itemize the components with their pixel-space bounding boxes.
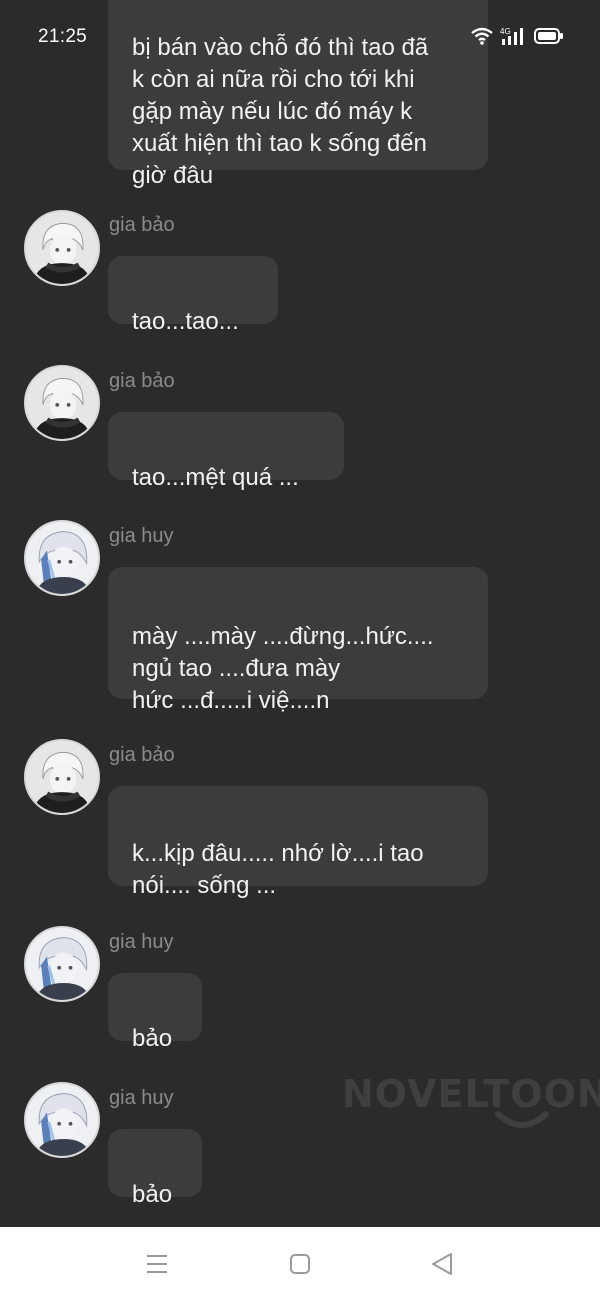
message-text: bị bán vào chỗ đó thì tao đã k còn ai nữ… [132, 34, 429, 189]
sender-name: gia bảo [109, 370, 175, 392]
avatar-gia-bao-image [26, 212, 98, 284]
wifi-icon [470, 26, 494, 46]
avatar-gia-huy-image [26, 522, 98, 594]
sender-name: gia huy [109, 525, 174, 547]
status-icons: 4G [470, 26, 564, 46]
watermark-smile-icon [495, 1111, 549, 1128]
message-bubble[interactable]: bị bán vào chỗ đó thì tao đã k còn ai nữ… [108, 0, 488, 189]
noveltoon-watermark: NOVELTOON [342, 1072, 600, 1132]
chat-area[interactable]: 21:25 4G bị bán vào chỗ đó thì tao đã k … [0, 0, 600, 1227]
message-bubble[interactable]: bảo [108, 973, 202, 1052]
menu-button[interactable] [137, 1249, 177, 1279]
message-text: bảo [132, 1181, 173, 1208]
4g-signal-icon: 4G [500, 26, 528, 46]
message-text: k...kịp đâu..... nhớ lờ....i tao nói....… [132, 840, 424, 899]
svg-text:4G: 4G [500, 27, 511, 36]
status-time: 21:25 [38, 26, 88, 47]
sender-name: gia huy [109, 931, 174, 953]
home-icon [290, 1254, 310, 1274]
avatar-gia-huy-image [26, 928, 98, 1000]
avatar-gia-bao-image [26, 741, 98, 813]
battery-icon [534, 27, 564, 45]
sender-name: gia bảo [109, 744, 175, 766]
message-text: tao...tao... [132, 308, 239, 335]
watermark-text: NOVELTOON [342, 1072, 600, 1116]
back-icon [432, 1253, 452, 1275]
navigation-bar [0, 1227, 600, 1300]
home-button[interactable] [280, 1249, 320, 1279]
avatar[interactable] [24, 365, 100, 441]
message-bubble[interactable]: mày ....mày ....đừng...hức.... ngủ tao .… [108, 567, 488, 714]
sender-name: gia huy [109, 1087, 174, 1109]
avatar-gia-huy-image [26, 1084, 98, 1156]
message-bubble[interactable]: tao...mệt quá ... [108, 412, 344, 491]
avatar[interactable] [24, 739, 100, 815]
message-text: tao...mệt quá ... [132, 464, 299, 491]
sender-name: gia bảo [109, 214, 175, 236]
avatar-gia-bao-image [26, 367, 98, 439]
avatar[interactable] [24, 520, 100, 596]
message-bubble[interactable]: bảo [108, 1129, 202, 1208]
message-text: bảo [132, 1025, 173, 1052]
menu-icon [147, 1255, 167, 1273]
back-button[interactable] [422, 1249, 462, 1279]
message-bubble[interactable]: tao...tao... [108, 256, 278, 335]
message-text: mày ....mày ....đừng...hức.... ngủ tao .… [132, 623, 434, 714]
avatar[interactable] [24, 210, 100, 286]
avatar[interactable] [24, 1082, 100, 1158]
message-bubble[interactable]: k...kịp đâu..... nhớ lờ....i tao nói....… [108, 786, 488, 899]
avatar[interactable] [24, 926, 100, 1002]
